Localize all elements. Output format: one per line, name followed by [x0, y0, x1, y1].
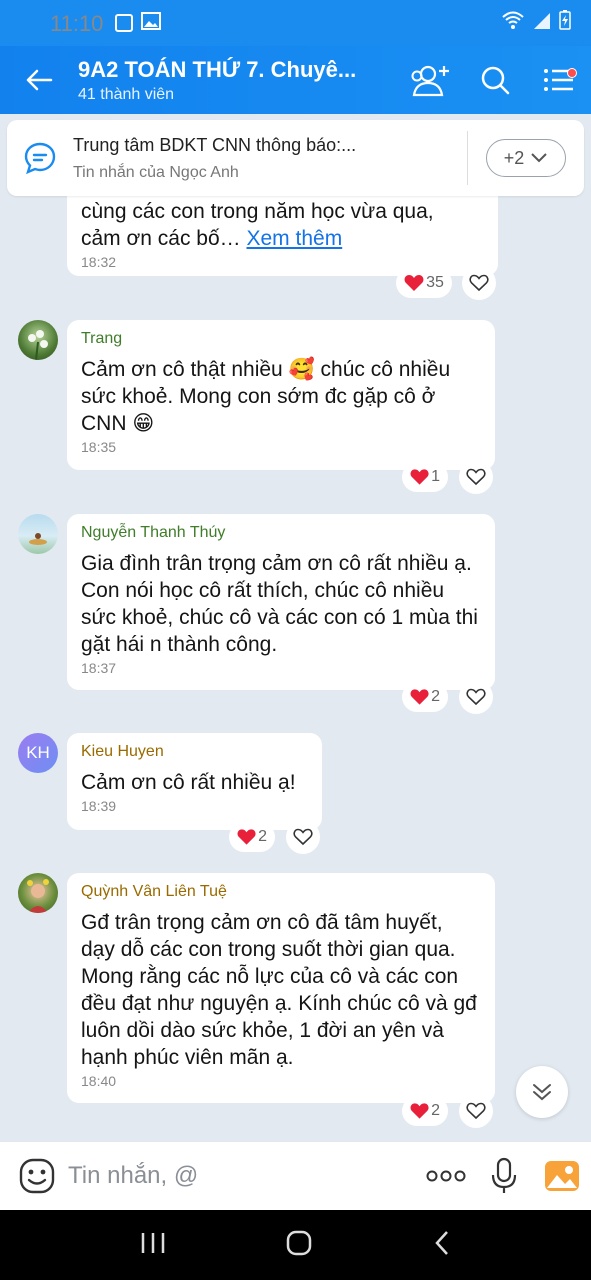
reaction-badge[interactable]: 35 — [396, 268, 452, 298]
reaction-badge[interactable]: 2 — [402, 682, 448, 712]
member-count: 41 thành viên — [78, 85, 175, 103]
heart-outline-icon — [466, 468, 486, 486]
wifi-icon — [501, 10, 525, 36]
message-bubble[interactable]: Trang Cảm ơn cô thật nhiều 🥰 chúc cô nhi… — [67, 320, 495, 470]
reaction-count: 2 — [431, 688, 440, 705]
chat-header: 9A2 TOÁN THỨ 7. Chuyê... 41 thành viên — [0, 46, 591, 114]
like-button[interactable] — [459, 1094, 493, 1128]
status-bar: 11:10 — [0, 0, 591, 46]
message-bubble[interactable]: Kieu Huyen Cảm ơn cô rất nhiều ạ! 18:39 — [67, 733, 322, 830]
reaction-count: 2 — [431, 1102, 440, 1119]
search-button[interactable] — [463, 46, 527, 114]
see-more-link[interactable]: Xem thêm — [247, 227, 343, 250]
heart-icon — [404, 275, 424, 291]
image-button[interactable] — [533, 1142, 591, 1210]
chat-bubble-icon — [7, 141, 73, 175]
message-text: Cảm ơn cô thật nhiều 🥰 chúc cô nhiều sức… — [81, 358, 451, 435]
heart-outline-icon — [469, 274, 489, 292]
heart-icon — [410, 689, 429, 705]
back-button[interactable] — [0, 46, 78, 114]
reaction-count: 2 — [258, 828, 267, 845]
search-icon — [481, 66, 510, 95]
avatar[interactable] — [18, 873, 58, 913]
message-text: Gđ trân trọng cảm ơn cô đã tâm huyết, dạ… — [81, 911, 477, 1069]
message-input[interactable] — [68, 1162, 417, 1190]
double-chevron-down-icon — [533, 1084, 551, 1101]
heart-outline-icon — [466, 688, 486, 706]
reaction-count: 35 — [426, 274, 444, 291]
like-button[interactable] — [459, 680, 493, 714]
heart-outline-icon — [466, 1102, 486, 1120]
back-arrow-icon — [26, 69, 53, 91]
message-bubble[interactable]: Nguyễn Thanh Thúy Gia đình trân trọng cả… — [67, 514, 495, 690]
system-back-button[interactable] — [433, 1230, 451, 1261]
sender-name: Kieu Huyen — [81, 743, 164, 760]
sender-name: Trang — [81, 330, 123, 347]
microphone-icon — [491, 1157, 517, 1193]
recent-apps-button[interactable] — [140, 1231, 166, 1260]
add-member-icon — [411, 65, 449, 97]
pinned-title: Trung tâm BDKT CNN thông báo:... — [73, 134, 357, 155]
smiley-icon — [19, 1158, 55, 1194]
heart-icon — [410, 1103, 429, 1119]
chat-title: 9A2 TOÁN THỨ 7. Chuyê... — [78, 56, 357, 82]
message-time: 18:37 — [81, 660, 117, 676]
more-options-button[interactable] — [417, 1142, 475, 1210]
chevron-left-icon — [435, 1230, 449, 1255]
home-icon — [287, 1230, 312, 1255]
voice-button[interactable] — [475, 1142, 533, 1210]
more-dots-icon — [426, 1170, 466, 1182]
reaction-badge[interactable]: 2 — [402, 1096, 448, 1126]
heart-outline-icon — [293, 828, 313, 846]
unread-dot — [567, 68, 577, 78]
like-button[interactable] — [459, 460, 493, 494]
pinned-more-button[interactable]: +2 — [486, 139, 566, 177]
like-button[interactable] — [286, 820, 320, 854]
gallery-icon — [141, 10, 162, 36]
heart-icon — [410, 469, 429, 485]
avatar[interactable]: KH — [18, 733, 58, 773]
divider — [467, 131, 468, 185]
pinned-more-label: +2 — [503, 147, 525, 168]
sender-name: Nguyễn Thanh Thúy — [81, 524, 226, 541]
pinned-message-banner[interactable]: Trung tâm BDKT CNN thông báo:... Tin nhắ… — [7, 120, 584, 196]
reaction-badge[interactable]: 1 — [402, 462, 448, 492]
status-time: 11:10 — [50, 11, 104, 36]
menu-button[interactable] — [527, 46, 591, 114]
system-nav-bar — [0, 1210, 591, 1280]
chat-title-area[interactable]: 9A2 TOÁN THỨ 7. Chuyê... 41 thành viên — [78, 57, 399, 104]
message-time: 18:40 — [81, 1073, 117, 1089]
sender-name: Quỳnh Vân Liên Tuệ — [81, 883, 227, 900]
message-time: 18:39 — [81, 798, 117, 814]
recent-apps-icon — [141, 1232, 165, 1253]
like-button[interactable] — [462, 266, 496, 300]
message-text: cùng các con trong năm học vừa qua, cảm … — [81, 200, 434, 250]
avatar[interactable] — [18, 514, 58, 554]
reaction-badge[interactable]: 2 — [229, 822, 275, 852]
reaction-count: 1 — [431, 468, 440, 485]
chevron-down-icon — [531, 153, 547, 163]
home-button[interactable] — [285, 1229, 313, 1262]
heart-icon — [237, 829, 256, 845]
message-input-bar — [0, 1142, 591, 1210]
message-time: 18:35 — [81, 439, 117, 455]
message-text: Gia đình trân trọng cảm ơn cô rất nhiều … — [81, 552, 478, 656]
battery-icon — [559, 10, 571, 36]
notification-icon — [115, 14, 134, 32]
avatar[interactable] — [18, 320, 58, 360]
sticker-button[interactable] — [18, 1157, 56, 1195]
avatar-initials: KH — [26, 743, 50, 762]
scroll-to-bottom-button[interactable] — [516, 1066, 568, 1118]
pinned-subtitle: Tin nhắn của Ngọc Anh — [73, 163, 239, 181]
message-text: Cảm ơn cô rất nhiều ạ! — [81, 771, 296, 794]
add-member-button[interactable] — [399, 46, 463, 114]
photo-icon — [545, 1161, 579, 1191]
signal-icon — [533, 10, 551, 36]
message-bubble[interactable]: Quỳnh Vân Liên Tuệ Gđ trân trọng cảm ơn … — [67, 873, 495, 1103]
